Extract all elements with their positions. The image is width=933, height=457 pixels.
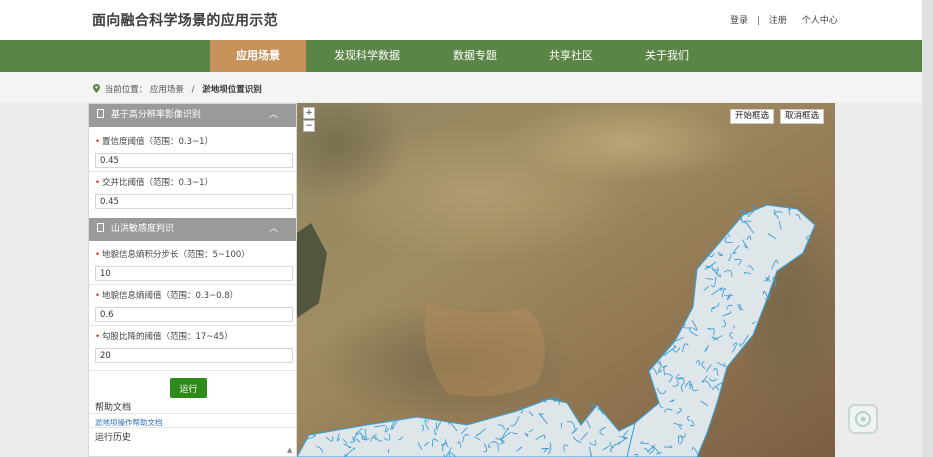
top-links: 登录 | 注册 个人中心 [730,13,838,26]
field-label-text: 置信度阈值（范围：0.3~1） [102,137,214,147]
loess-patch [424,303,545,397]
section-title: 基于高分辨率影像识别 [110,110,201,120]
location-pin-icon [93,84,100,93]
nav-item-application-scenarios[interactable]: 应用场景 [210,40,306,72]
field-label-slope-threshold: • 勾股比降的阈值（范围：17~45） [95,330,233,342]
breadcrumb-slash: / [191,85,195,95]
scroll-up-arrow-icon[interactable]: ▲ [287,446,292,454]
parameter-sidebar: 基于高分辨率影像识别 ︿ •置信度阈值（范围：0.3~1） •交并比阈值（范围：… [88,103,297,457]
start-select-button[interactable]: 开始框选 [730,109,775,124]
iou-threshold-input[interactable] [95,194,293,209]
breadcrumb-level1[interactable]: 应用场景 [150,85,184,95]
widget-glyph-icon [855,411,871,427]
breadcrumb: 当前位置： 应用场景 / 淤地坝位置识别 [93,83,262,95]
chevron-up-icon[interactable]: ︿ [269,104,278,127]
required-marker: • [95,250,101,260]
field-divider [89,325,296,326]
help-docs-title: 帮助文档 [95,403,132,413]
slope-threshold-input[interactable] [95,348,293,363]
chevron-up-icon[interactable]: ︿ [269,218,278,241]
field-divider [89,284,296,285]
nav-item-about-us[interactable]: 关于我们 [619,40,715,72]
cancel-select-button[interactable]: 取消框选 [780,109,825,124]
field-divider [89,370,296,371]
field-label-iou: • 交并比阈值（范围：0.3~1） [95,176,213,188]
field-label-text: 勾股比降的阈值（范围：17~45） [102,332,233,342]
page-scrollbar-track[interactable] [922,0,933,457]
link-separator: | [756,16,760,26]
document-icon [97,223,104,232]
field-label-entropy-threshold: • 地貌信息熵阈值（范围：0.3~0.8） [95,289,238,301]
confidence-threshold-input[interactable] [95,153,293,168]
required-marker: • [95,137,101,147]
terrain-patch [507,103,747,183]
register-link[interactable]: 注册 [769,16,787,26]
profile-link[interactable]: 个人中心 [802,16,838,26]
breadcrumb-prefix: 当前位置： [104,85,148,95]
floating-widget-icon[interactable] [848,404,878,434]
breadcrumb-bar: 当前位置： 应用场景 / 淤地坝位置识别 [0,72,922,102]
field-divider [89,413,296,414]
nav-item-discover-data[interactable]: 发现科学数据 [319,40,415,72]
field-label-confidence: • 置信度阈值（范围：0.3~1） [95,135,213,147]
run-button[interactable]: 运行 [170,378,207,398]
field-label-text: 地貌信息熵积分步长（范围：5~100） [102,250,250,260]
entropy-step-input[interactable] [95,266,293,281]
header: 面向融合科学场景的应用示范 登录 | 注册 个人中心 [0,0,922,40]
section-title: 山洪敏感度判识 [110,224,174,234]
section-header-flood-sensitivity[interactable]: 山洪敏感度判识 ︿ [89,218,296,241]
site-title: 面向融合科学场景的应用示范 [92,13,278,29]
field-label-entropy-step: • 地貌信息熵积分步长（范围：5~100） [95,248,250,260]
run-history-title: 运行历史 [95,433,132,443]
breadcrumb-current: 淤地坝位置识别 [202,85,262,95]
zoom-in-button[interactable]: + [303,107,315,119]
entropy-threshold-input[interactable] [95,307,293,322]
login-link[interactable]: 登录 [730,16,748,26]
zoom-out-button[interactable]: − [303,120,315,132]
sub-watershed-line [538,413,544,415]
document-icon [97,109,104,118]
field-divider [89,427,296,428]
required-marker: • [95,178,101,188]
map-view[interactable]: + − 开始框选 取消框选 [297,103,835,457]
required-marker: • [95,332,101,342]
page: 面向融合科学场景的应用示范 登录 | 注册 个人中心 应用场景 发现科学数据 数… [0,0,933,457]
field-label-text: 地貌信息熵阈值（范围：0.3~0.8） [102,291,239,301]
field-divider [89,171,296,172]
main-nav: 应用场景 发现科学数据 数据专题 共享社区 关于我们 [0,40,922,72]
satellite-map[interactable] [297,103,835,457]
nav-item-data-topics[interactable]: 数据专题 [427,40,523,72]
section-header-hires-imagery[interactable]: 基于高分辨率影像识别 ︿ [89,104,296,127]
required-marker: • [95,291,101,301]
field-label-text: 交并比阈值（范围：0.3~1） [102,178,214,188]
nav-item-community[interactable]: 共享社区 [523,40,619,72]
